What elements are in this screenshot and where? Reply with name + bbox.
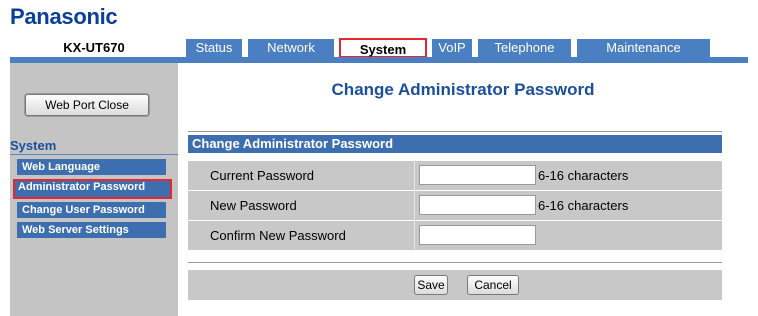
form-actions: Save Cancel (188, 270, 722, 300)
field-label: Current Password (210, 168, 315, 183)
page-title: Change Administrator Password (331, 80, 595, 99)
current-password-input[interactable] (419, 165, 536, 185)
section-bottom-rule (188, 262, 722, 263)
sidebar-item-web-language[interactable]: Web Language (17, 159, 166, 175)
sidebar-divider (10, 154, 178, 155)
model-name: KX-UT670 (63, 40, 125, 55)
web-port-close-button[interactable]: Web Port Close (25, 94, 149, 116)
tab-maintenance[interactable]: Maintenance (577, 39, 710, 57)
tab-voip[interactable]: VoIP (432, 39, 472, 57)
sidebar-item-change-user-password[interactable]: Change User Password (17, 202, 166, 218)
sidebar: Web Port Close System Web Language Admin… (10, 63, 178, 316)
field-row-new-password: New Password 6-16 characters (188, 191, 722, 220)
section-top-rule (188, 131, 722, 132)
field-label: New Password (210, 198, 297, 213)
field-row-current-password: Current Password 6-16 characters (188, 161, 722, 190)
field-hint: 6-16 characters (538, 198, 629, 213)
sidebar-item-administrator-password[interactable]: Administrator Password (13, 179, 172, 199)
cancel-button[interactable]: Cancel (467, 275, 519, 295)
panasonic-logo: Panasonic (10, 4, 118, 29)
tab-telephone[interactable]: Telephone (478, 39, 571, 57)
field-label: Confirm New Password (210, 228, 346, 243)
sidebar-item-web-server-settings[interactable]: Web Server Settings (17, 222, 166, 238)
field-row-confirm-new-password: Confirm New Password (188, 221, 722, 250)
main-content: Change Administrator Password Change Adm… (178, 63, 748, 316)
tab-system[interactable]: System (339, 38, 427, 58)
sidebar-heading: System (10, 138, 57, 153)
tab-network[interactable]: Network (248, 39, 334, 57)
new-password-input[interactable] (419, 195, 536, 215)
save-button[interactable]: Save (414, 275, 448, 295)
tab-status[interactable]: Status (186, 39, 242, 57)
field-hint: 6-16 characters (538, 168, 629, 183)
confirm-new-password-input[interactable] (419, 225, 536, 245)
section-header: Change Administrator Password (188, 135, 722, 153)
